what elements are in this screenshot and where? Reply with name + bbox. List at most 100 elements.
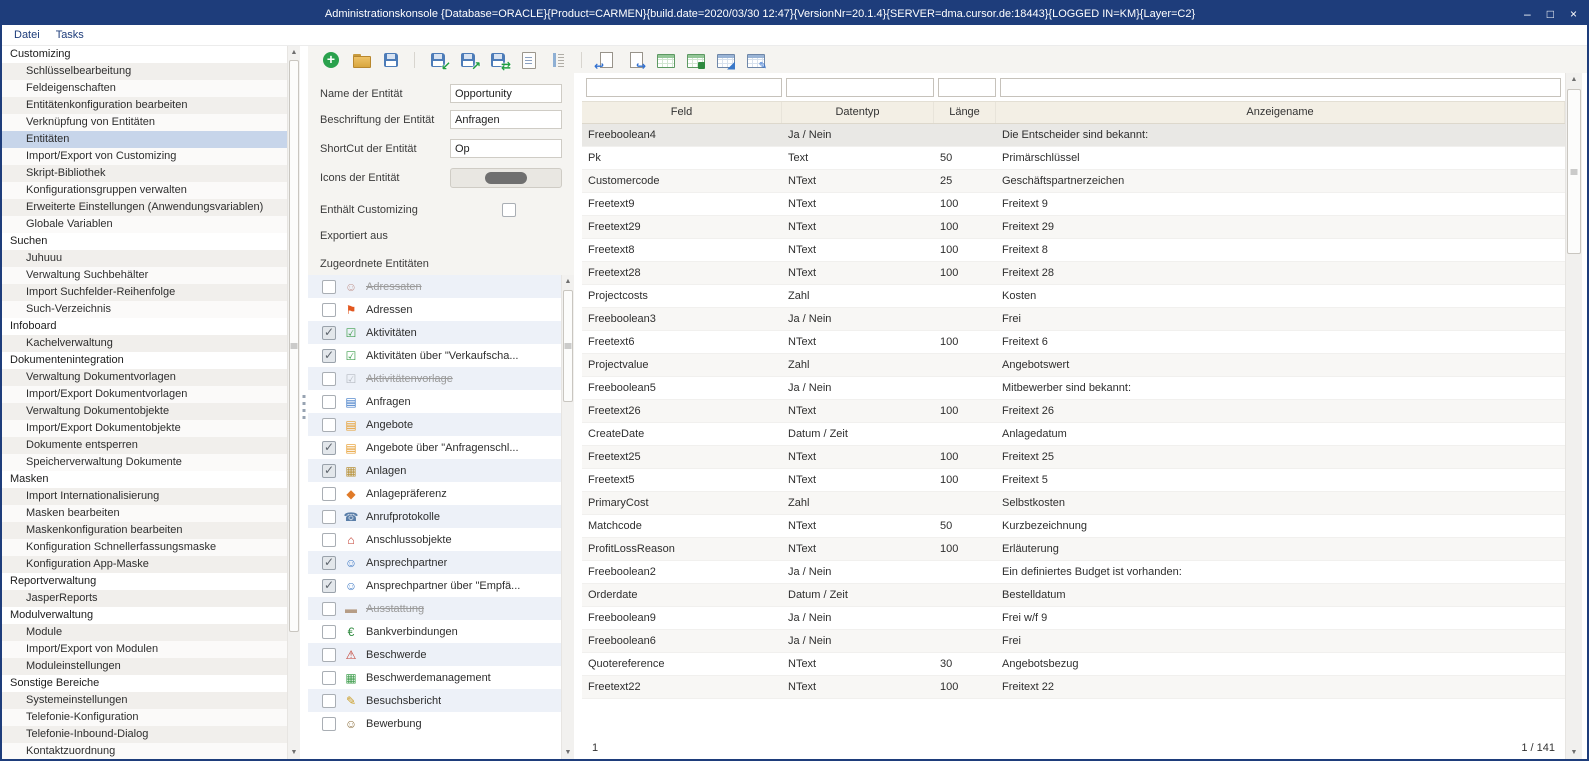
entity-row-ausstattung[interactable]: ▬Ausstattung — [308, 597, 561, 620]
table-row-pk[interactable]: PkText50Primärschlüssel — [582, 147, 1565, 170]
export-entity-button[interactable] — [459, 51, 477, 69]
sidebar-group-reportverwaltung[interactable]: Reportverwaltung — [2, 573, 287, 590]
entity-checkbox[interactable] — [322, 487, 336, 501]
sidebar-item-moduleinstellungen[interactable]: Moduleinstellungen — [2, 658, 287, 675]
entity-checkbox[interactable] — [322, 533, 336, 547]
filter-länge[interactable] — [938, 78, 996, 97]
entity-checkbox[interactable] — [322, 441, 336, 455]
filter-datentyp[interactable] — [786, 78, 934, 97]
page-back-button[interactable] — [596, 51, 614, 69]
table-row-freeboolean9[interactable]: Freeboolean9Ja / NeinFrei w/f 9 — [582, 607, 1565, 630]
sidebar-item-schlüsselbearbeitung[interactable]: Schlüsselbearbeitung — [2, 63, 287, 80]
sidebar-item-konfiguration-schnellerfassungsmaske[interactable]: Konfiguration Schnellerfassungsmaske — [2, 539, 287, 556]
entity-row-adressaten[interactable]: ☺Adressaten — [308, 275, 561, 298]
sidebar-item-import-export-von-customizing[interactable]: Import/Export von Customizing — [2, 148, 287, 165]
entity-checkbox[interactable] — [322, 671, 336, 685]
sidebar-item-feldeigenschaften[interactable]: Feldeigenschaften — [2, 80, 287, 97]
entity-row-anrufprotokolle[interactable]: ☎Anrufprotokolle — [308, 505, 561, 528]
sidebar-item-dokumente-entsperren[interactable]: Dokumente entsperren — [2, 437, 287, 454]
sidebar-item-globale-variablen[interactable]: Globale Variablen — [2, 216, 287, 233]
column-header-anzeigename[interactable]: Anzeigename — [996, 102, 1565, 123]
filter-anzeigename[interactable] — [1000, 78, 1561, 97]
table-row-orderdate[interactable]: OrderdateDatum / ZeitBestelldatum — [582, 584, 1565, 607]
sidebar-item-masken-bearbeiten[interactable]: Masken bearbeiten — [2, 505, 287, 522]
entity-checkbox[interactable] — [322, 694, 336, 708]
entity-row-angebote-über-anfragenschl[interactable]: ▤Angebote über "Anfragenschl... — [308, 436, 561, 459]
table-row-freetext28[interactable]: Freetext28NText100Freitext 28 — [582, 262, 1565, 285]
entity-row-aktivitäten[interactable]: ☑Aktivitäten — [308, 321, 561, 344]
entity-row-anlagepräferenz[interactable]: ◆Anlagepräferenz — [308, 482, 561, 505]
column-order-button[interactable] — [549, 51, 567, 69]
sidebar-item-entitätenkonfiguration-bearbeiten[interactable]: Entitätenkonfiguration bearbeiten — [2, 97, 287, 114]
entity-checkbox[interactable] — [322, 418, 336, 432]
entity-icons-control[interactable] — [450, 168, 562, 188]
scroll-up-icon[interactable]: ▲ — [562, 275, 574, 288]
entity-row-bankverbindungen[interactable]: €Bankverbindungen — [308, 620, 561, 643]
close-button[interactable]: × — [1570, 8, 1577, 20]
sidebar-item-verknüpfung-von-entitäten[interactable]: Verknüpfung von Entitäten — [2, 114, 287, 131]
sidebar-group-customizing[interactable]: Customizing — [2, 46, 287, 63]
table-row-primarycost[interactable]: PrimaryCostZahlSelbstkosten — [582, 492, 1565, 515]
entity-checkbox[interactable] — [322, 372, 336, 386]
minimize-button[interactable]: – — [1524, 8, 1531, 20]
sidebar-group-infoboard[interactable]: Infoboard — [2, 318, 287, 335]
table-row-freetext26[interactable]: Freetext26NText100Freitext 26 — [582, 400, 1565, 423]
table-row-freetext25[interactable]: Freetext25NText100Freitext 25 — [582, 446, 1565, 469]
table-row-freetext29[interactable]: Freetext29NText100Freitext 29 — [582, 216, 1565, 239]
sidebar-group-dokumentenintegration[interactable]: Dokumentenintegration — [2, 352, 287, 369]
column-header-datentyp[interactable]: Datentyp — [782, 102, 934, 123]
sidebar-item-telefonie-inbound-dialog[interactable]: Telefonie-Inbound-Dialog — [2, 726, 287, 743]
scroll-down-icon[interactable]: ▼ — [562, 746, 574, 759]
sidebar-item-verwaltung-dokumentobjekte[interactable]: Verwaltung Dokumentobjekte — [2, 403, 287, 420]
entity-row-besuchsbericht[interactable]: ✎Besuchsbericht — [308, 689, 561, 712]
scroll-up-icon[interactable]: ▲ — [288, 46, 300, 59]
maximize-button[interactable]: □ — [1547, 8, 1554, 20]
sidebar-item-telefonie-konfiguration[interactable]: Telefonie-Konfiguration — [2, 709, 287, 726]
sidebar-group-sonstige-bereiche[interactable]: Sonstige Bereiche — [2, 675, 287, 692]
sidebar-item-entitäten[interactable]: Entitäten — [2, 131, 287, 148]
table-row-freetext5[interactable]: Freetext5NText100Freitext 5 — [582, 469, 1565, 492]
entity-checkbox[interactable] — [322, 326, 336, 340]
transfer-entity-button[interactable] — [489, 51, 507, 69]
sidebar-scrollbar[interactable]: ▲ ▼ — [287, 46, 300, 759]
filter-feld[interactable] — [586, 78, 782, 97]
menu-item-datei[interactable]: Datei — [6, 27, 48, 43]
entity-checkbox[interactable] — [322, 717, 336, 731]
scroll-down-icon[interactable]: ▼ — [1566, 746, 1582, 759]
sidebar-item-skript-bibliothek[interactable]: Skript-Bibliothek — [2, 165, 287, 182]
grid-config-button[interactable] — [716, 51, 734, 69]
sidebar-item-such-verzeichnis[interactable]: Such-Verzeichnis — [2, 301, 287, 318]
table-row-projectvalue[interactable]: ProjectvalueZahlAngebotswert — [582, 354, 1565, 377]
sidebar-item-verwaltung-suchbehälter[interactable]: Verwaltung Suchbehälter — [2, 267, 287, 284]
entity-scroll-thumb[interactable] — [563, 290, 573, 402]
sidebar-group-masken[interactable]: Masken — [2, 471, 287, 488]
input-name-der-entität[interactable] — [450, 84, 562, 103]
table-row-freeboolean6[interactable]: Freeboolean6Ja / NeinFrei — [582, 630, 1565, 653]
entity-row-aktivitäten-über-verkaufscha[interactable]: ☑Aktivitäten über "Verkaufscha... — [308, 344, 561, 367]
entity-checkbox[interactable] — [322, 464, 336, 478]
entity-row-beschwerde[interactable]: ⚠Beschwerde — [308, 643, 561, 666]
page-forward-button[interactable] — [626, 51, 644, 69]
sidebar-item-kontaktzuordnung[interactable]: Kontaktzuordnung — [2, 743, 287, 759]
save-button[interactable] — [382, 51, 400, 69]
entity-checkbox[interactable] — [322, 303, 336, 317]
scroll-up-icon[interactable]: ▲ — [1566, 73, 1582, 86]
table-row-quotereference[interactable]: QuotereferenceNText30Angebotsbezug — [582, 653, 1565, 676]
table-row-projectcosts[interactable]: ProjectcostsZahlKosten — [582, 285, 1565, 308]
table-row-freeboolean4[interactable]: Freeboolean4Ja / NeinDie Entscheider sin… — [582, 124, 1565, 147]
import-entity-button[interactable] — [429, 51, 447, 69]
table-row-freetext8[interactable]: Freetext8NText100Freitext 8 — [582, 239, 1565, 262]
entity-checkbox[interactable] — [322, 579, 336, 593]
sidebar-scroll-thumb[interactable] — [289, 60, 299, 632]
entity-row-aktivitätenvorlage[interactable]: ☑Aktivitätenvorlage — [308, 367, 561, 390]
entity-checkbox[interactable] — [322, 648, 336, 662]
entity-checkbox[interactable] — [322, 395, 336, 409]
table-row-freeboolean3[interactable]: Freeboolean3Ja / NeinFrei — [582, 308, 1565, 331]
sidebar-item-import-internationalisierung[interactable]: Import Internationalisierung — [2, 488, 287, 505]
column-header-feld[interactable]: Feld — [582, 102, 782, 123]
sidebar-item-import-export-dokumentobjekte[interactable]: Import/Export Dokumentobjekte — [2, 420, 287, 437]
sidebar-item-konfiguration-app-maske[interactable]: Konfiguration App-Maske — [2, 556, 287, 573]
entity-checkbox[interactable] — [322, 625, 336, 639]
panel-splitter[interactable] — [300, 46, 308, 759]
menu-item-tasks[interactable]: Tasks — [48, 27, 92, 43]
